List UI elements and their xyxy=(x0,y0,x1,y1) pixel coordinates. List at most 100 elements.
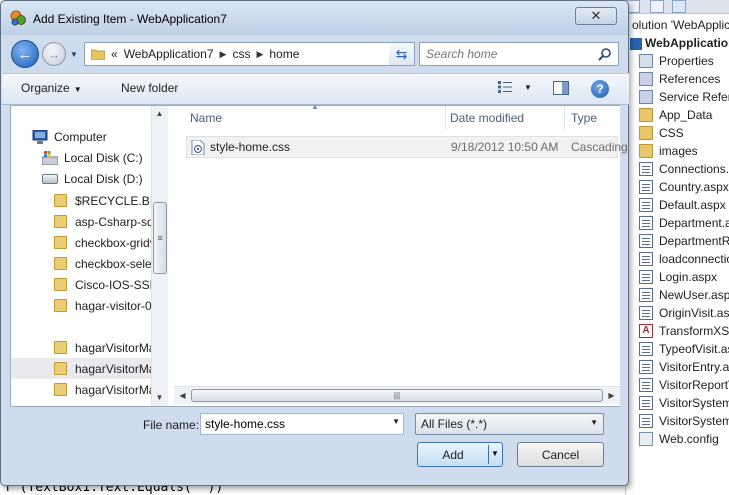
breadcrumb-home[interactable]: home xyxy=(269,47,299,61)
navigation-scrollbar[interactable]: ▲ ≡ ▼ xyxy=(151,106,168,406)
scroll-right-icon[interactable]: ▶ xyxy=(604,388,619,403)
tree-item[interactable]: hagar-visitor-0 xyxy=(54,295,152,316)
scrollbar-thumb[interactable]: ≡ xyxy=(153,202,167,274)
tree-item[interactable]: hagarVisitorMa xyxy=(54,337,155,358)
solution-item[interactable]: loadconnectio xyxy=(639,250,729,268)
column-type[interactable]: Type xyxy=(571,106,597,130)
file-icon xyxy=(639,360,653,374)
navigation-pane: Computer Local Disk (C:) Local Disk (D:) $R… xyxy=(11,106,171,406)
file-row[interactable]: style-home.css 9/18/2012 10:50 AM Cascad… xyxy=(186,136,628,158)
solution-item[interactable]: DepartmentR xyxy=(639,232,729,250)
solution-item-label: Country.aspx xyxy=(659,180,729,194)
solution-item[interactable]: VisitorEntry.as xyxy=(639,358,729,376)
solution-item[interactable]: Default.aspx xyxy=(639,196,726,214)
file-icon xyxy=(639,396,653,410)
change-view-button[interactable]: ▼ xyxy=(498,81,532,93)
navigation-bar: ← → ▼ « WebApplication7 ▶ css ▶ home ▼ ⇆ xyxy=(9,38,621,70)
file-type-value: All Files (*.*) xyxy=(421,417,488,431)
tree-item-label: Local Disk (D:) xyxy=(64,171,143,186)
solution-item-label: CSS xyxy=(659,126,684,140)
solution-item[interactable]: Service Refere xyxy=(639,88,729,106)
tree-item-label: asp-Csharp-sql xyxy=(75,214,157,229)
project-root[interactable]: WebApplication xyxy=(630,36,729,50)
add-button[interactable]: Add ▼ xyxy=(417,442,503,467)
solution-item[interactable]: Country.aspx xyxy=(639,178,729,196)
file-icon xyxy=(639,342,653,356)
solution-item[interactable]: VisitorSystem xyxy=(639,412,729,430)
solution-item[interactable]: OriginVisit.as xyxy=(639,304,729,322)
solution-item[interactable]: CSS xyxy=(639,124,684,142)
solution-item[interactable]: References xyxy=(639,70,720,88)
solution-title[interactable]: olution 'WebApplic xyxy=(632,18,729,32)
solution-item[interactable]: images xyxy=(639,142,698,160)
column-date-modified[interactable]: Date modified xyxy=(450,106,524,130)
chevron-down-icon[interactable]: ▼ xyxy=(491,449,499,458)
column-divider[interactable] xyxy=(445,106,446,130)
file-name-input[interactable] xyxy=(205,417,380,431)
column-divider[interactable] xyxy=(564,106,565,130)
tree-item[interactable]: Local Disk (C:) xyxy=(41,147,143,168)
breadcrumb-webapplication7[interactable]: WebApplication7 xyxy=(124,47,214,61)
breadcrumb-separator-icon[interactable]: ▶ xyxy=(256,49,263,60)
organize-button[interactable]: Organize ▼ xyxy=(21,81,82,95)
new-folder-button[interactable]: New folder xyxy=(121,81,178,95)
solution-item[interactable]: Web.config xyxy=(639,430,719,448)
command-bar: Organize ▼ New folder ▼ ? xyxy=(2,73,629,105)
tree-item[interactable]: Local Disk (D:) xyxy=(42,168,143,189)
solution-item[interactable]: VisitorReportV xyxy=(639,376,729,394)
tree-item[interactable]: $RECYCLE.BIN xyxy=(54,190,162,211)
solution-item[interactable]: NewUser.aspx xyxy=(639,286,729,304)
cancel-button[interactable]: Cancel xyxy=(517,442,604,467)
search-input[interactable] xyxy=(426,47,596,61)
drive-icon xyxy=(42,173,58,184)
scrollbar-thumb[interactable]: ||| xyxy=(191,389,603,402)
column-name[interactable]: Name xyxy=(190,106,222,130)
scroll-down-icon[interactable]: ▼ xyxy=(152,390,167,405)
tree-item[interactable]: hagarVisitorMa xyxy=(54,379,155,400)
breadcrumb-overflow[interactable]: « xyxy=(111,47,118,61)
chevron-down-icon[interactable]: ▼ xyxy=(392,417,400,426)
solution-item[interactable]: VisitorSystem xyxy=(639,394,729,412)
chevron-down-icon[interactable]: ▼ xyxy=(524,83,532,92)
breadcrumb-separator-icon[interactable]: ▶ xyxy=(220,49,227,60)
close-button[interactable]: ✕ xyxy=(575,7,617,25)
scroll-left-icon[interactable]: ◀ xyxy=(175,388,190,403)
properties-icon[interactable] xyxy=(672,0,686,13)
address-bar[interactable]: « WebApplication7 ▶ css ▶ home ▼ xyxy=(84,42,414,66)
help-button[interactable]: ? xyxy=(591,80,609,98)
solution-item-label: VisitorSystem xyxy=(659,414,729,428)
tree-item-label: Cisco-IOS-SSL- xyxy=(75,277,161,292)
back-button[interactable]: ← xyxy=(11,40,39,68)
solution-item[interactable]: Connections. xyxy=(639,160,729,178)
horizontal-scrollbar[interactable]: ◀ ||| ▶ xyxy=(174,386,620,404)
solution-item[interactable]: Department.a xyxy=(639,214,729,232)
tree-item[interactable]: checkbox-selec xyxy=(54,253,158,274)
tree-item[interactable]: Cisco-IOS-SSL- xyxy=(54,274,160,295)
tree-item[interactable]: Computer xyxy=(32,126,107,147)
solution-item[interactable]: A TransformXSl xyxy=(639,322,729,340)
back-arrow-icon: ← xyxy=(17,45,33,63)
file-name-field[interactable]: ▼ xyxy=(200,413,404,435)
scroll-up-icon[interactable]: ▲ xyxy=(152,106,167,121)
title-bar[interactable]: Add Existing Item - WebApplication7 ✕ xyxy=(1,1,628,35)
folder-icon xyxy=(54,299,67,312)
recent-pages-button[interactable]: ▼ xyxy=(70,50,80,59)
solution-item-label: Default.aspx xyxy=(659,198,726,212)
file-type-select[interactable]: All Files (*.*) ▼ xyxy=(415,413,604,435)
tree-item[interactable]: asp-Csharp-sql xyxy=(54,211,156,232)
solution-item[interactable]: TypeofVisit.as xyxy=(639,340,729,358)
solution-item[interactable]: App_Data xyxy=(639,106,712,124)
chevron-down-icon: ▼ xyxy=(590,418,598,427)
tree-item[interactable]: checkbox-gridv xyxy=(54,232,156,253)
preview-pane-button[interactable] xyxy=(553,81,569,95)
tree-item[interactable]: hagarVisitorMa xyxy=(11,358,155,379)
file-icon xyxy=(639,306,653,320)
refresh-icon[interactable] xyxy=(650,0,664,13)
windows-drive-icon xyxy=(41,150,59,165)
solution-item[interactable]: Login.aspx xyxy=(639,268,717,286)
solution-item[interactable]: Properties xyxy=(639,52,714,70)
search-box[interactable] xyxy=(419,42,619,66)
forward-button[interactable]: → xyxy=(42,42,66,66)
refresh-button[interactable]: ⇆ xyxy=(389,42,415,66)
breadcrumb-css[interactable]: css xyxy=(232,47,250,61)
